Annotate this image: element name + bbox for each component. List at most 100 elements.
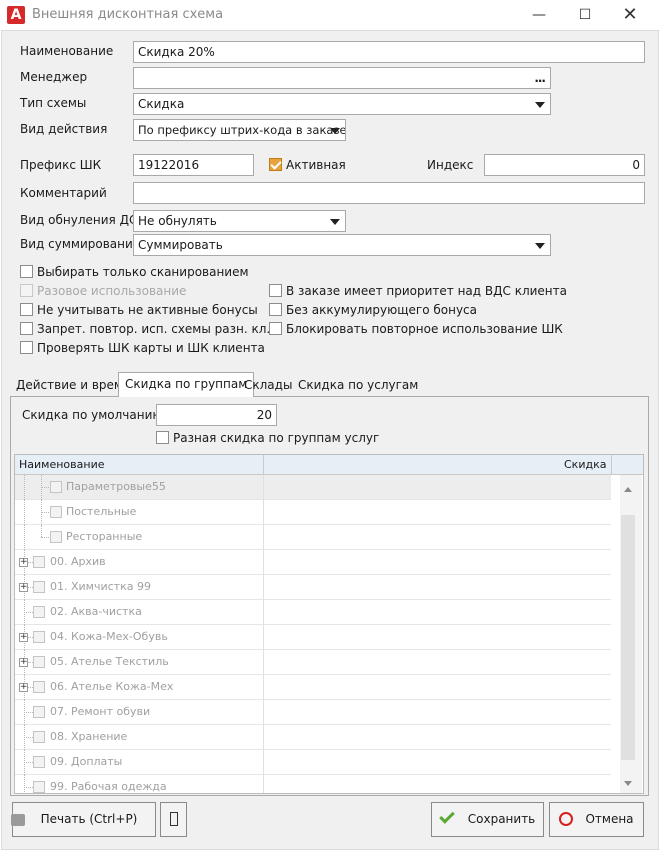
preview-button[interactable] (160, 802, 187, 837)
diff-discount-label: Разная скидка по группам услуг (173, 430, 380, 445)
row-checkbox[interactable] (33, 781, 45, 793)
row-name: 08. Хранение (50, 730, 128, 743)
action-type-select[interactable]: По префиксу штрих-кода в заказе (133, 119, 346, 141)
tree-line (24, 775, 25, 793)
save-button[interactable]: Сохранить (431, 802, 544, 837)
manager-browse-button[interactable]: ... (534, 68, 546, 88)
row-name: 05. Ателье Текстиль (50, 655, 169, 668)
table-row[interactable]: +04. Кожа-Мех-Обувь (15, 625, 611, 650)
scroll-down-icon[interactable] (624, 781, 632, 786)
table-row[interactable]: 09. Доплаты (15, 750, 611, 775)
expand-icon[interactable]: + (19, 558, 28, 567)
option-check-barcodes[interactable]: Проверять ШК карты и ШК клиента (20, 340, 265, 355)
checkbox[interactable] (20, 322, 33, 335)
minimize-icon[interactable]: — (516, 0, 562, 30)
row-checkbox[interactable] (33, 706, 45, 718)
reset-label: Вид обнуления ДС (20, 213, 138, 227)
diff-discount-row[interactable]: Разная скидка по группам услуг (156, 430, 379, 445)
row-name: 99. Рабочая одежда (50, 780, 167, 793)
table-row[interactable]: 07. Ремонт обуви (15, 700, 611, 725)
scrollbar-thumb[interactable] (621, 515, 635, 760)
cancel-label: Отмена (585, 812, 634, 826)
cancel-button[interactable]: Отмена (549, 802, 644, 837)
active-checkbox-row[interactable]: Активная (269, 157, 346, 172)
column-header-discount[interactable]: Скидка (564, 455, 606, 475)
row-name: 02. Аква-чистка (50, 605, 142, 618)
default-discount-input[interactable]: 20 (156, 404, 277, 426)
row-checkbox[interactable] (33, 581, 45, 593)
row-checkbox[interactable] (33, 681, 45, 693)
checkbox[interactable] (20, 265, 33, 278)
chevron-down-icon (330, 219, 340, 225)
comment-input[interactable] (133, 182, 645, 204)
expand-icon[interactable]: + (19, 683, 28, 692)
checkmark-icon (438, 807, 455, 824)
print-button[interactable]: Печать (Ctrl+P) (10, 802, 156, 837)
option-ignore-inactive[interactable]: Не учитывать не активные бонусы (20, 302, 258, 317)
table-row[interactable]: Постельные (15, 500, 611, 525)
app-logo-icon: A (7, 6, 25, 24)
tab-warehouses[interactable]: Склады (238, 374, 298, 396)
row-checkbox[interactable] (33, 631, 45, 643)
row-checkbox[interactable] (50, 481, 62, 493)
row-checkbox[interactable] (33, 606, 45, 618)
option-block-reuse[interactable]: Блокировать повторное использование ШК (269, 321, 563, 336)
row-name: 09. Доплаты (50, 755, 123, 768)
checkbox[interactable] (20, 303, 33, 316)
option-no-accumulating[interactable]: Без аккумулирующего бонуса (269, 302, 477, 317)
close-icon[interactable]: ✕ (607, 0, 653, 30)
prefix-input[interactable]: 19122016 (133, 154, 254, 176)
expand-icon[interactable]: + (19, 658, 28, 667)
scroll-up-icon[interactable] (624, 487, 632, 492)
table-row[interactable]: +06. Ателье Кожа-Мех (15, 675, 611, 700)
expand-icon[interactable]: + (19, 583, 28, 592)
tab-group-discount[interactable]: Скидка по группам (118, 372, 255, 397)
expand-icon[interactable]: + (19, 633, 28, 642)
row-name: 06. Ателье Кожа-Мех (50, 680, 174, 693)
option-label: Разовое использование (37, 283, 187, 298)
row-checkbox[interactable] (33, 656, 45, 668)
column-divider (263, 475, 264, 793)
checkbox[interactable] (269, 303, 282, 316)
tab-service-discount[interactable]: Скидка по услугам (292, 374, 424, 396)
manager-input[interactable]: ... (133, 67, 551, 89)
name-input[interactable]: Скидка 20% (133, 41, 645, 63)
index-label: Индекс (427, 158, 474, 172)
option-priority[interactable]: В заказе имеет приоритет над ВДС клиента (269, 283, 567, 298)
row-name: Ресторанные (66, 530, 143, 543)
table-row[interactable]: 99. Рабочая одежда (15, 775, 611, 793)
row-checkbox[interactable] (33, 756, 45, 768)
option-forbid-repeat[interactable]: Запрет. повтор. исп. схемы разн. кл. (20, 321, 270, 336)
reset-select[interactable]: Не обнулять (133, 210, 346, 232)
table-row[interactable]: +01. Химчистка 99 (15, 575, 611, 600)
column-header-name[interactable]: Наименование (19, 455, 104, 475)
table-row[interactable]: +00. Архив (15, 550, 611, 575)
table-row[interactable]: 08. Хранение (15, 725, 611, 750)
row-checkbox[interactable] (50, 531, 62, 543)
grid-body: Параметровые55 Постельные Ресторанные +00. … (15, 475, 620, 793)
row-checkbox[interactable] (50, 506, 62, 518)
table-row[interactable]: +05. Ателье Текстиль (15, 650, 611, 675)
option-scan-only[interactable]: Выбирать только сканированием (20, 264, 249, 279)
row-checkbox[interactable] (33, 731, 45, 743)
tree-line (24, 712, 33, 713)
chevron-down-icon (535, 102, 545, 108)
scheme-type-select[interactable]: Скидка (133, 93, 551, 115)
active-checkbox[interactable] (269, 158, 282, 171)
maximize-icon[interactable]: ☐ (562, 0, 608, 30)
checkbox[interactable] (269, 322, 282, 335)
checkbox[interactable] (20, 341, 33, 354)
tree-line (24, 612, 33, 613)
sum-select[interactable]: Суммировать (133, 234, 551, 256)
default-discount-label: Скидка по умолчанию (22, 408, 163, 422)
diff-discount-checkbox[interactable] (156, 431, 169, 444)
checkbox[interactable] (269, 284, 282, 297)
row-checkbox[interactable] (33, 556, 45, 568)
table-row[interactable]: Параметровые55 (15, 475, 611, 500)
checkbox (20, 284, 33, 297)
table-row[interactable]: 02. Аква-чистка (15, 600, 611, 625)
table-row[interactable]: Ресторанные (15, 525, 611, 550)
title-bar[interactable]: A Внешняя дисконтная схема — ☐ ✕ (0, 0, 660, 30)
index-input[interactable]: 0 (484, 154, 645, 176)
groups-grid[interactable]: Наименование Скидка Параметровые55 Постел… (14, 454, 644, 794)
